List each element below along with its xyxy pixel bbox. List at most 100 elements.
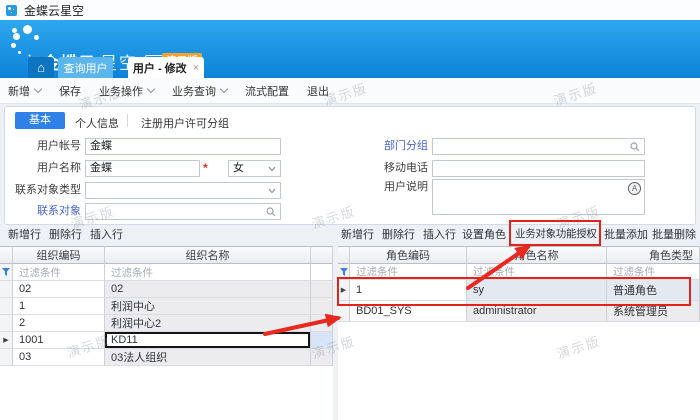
tab-home[interactable]: ⌂ xyxy=(28,57,54,78)
role-grid-filter-type[interactable]: 过滤条件 xyxy=(607,264,700,280)
username-value: 金蝶 xyxy=(90,161,195,176)
account-field[interactable]: 金蝶 xyxy=(85,138,281,155)
row-header[interactable] xyxy=(0,349,13,366)
search-icon[interactable] xyxy=(266,207,276,217)
window-title: 金蝶云星空 xyxy=(24,2,84,19)
close-icon[interactable]: × xyxy=(193,62,199,74)
field-assistant-icon[interactable]: A xyxy=(628,182,641,195)
table-row-selected[interactable]: ▶ 1001 KD11 xyxy=(0,332,333,349)
role-grid-object-auth-button[interactable]: 业务对象功能授权 xyxy=(515,226,597,241)
role-grid-col-name[interactable]: 角色名称 xyxy=(467,246,607,264)
row-marker: ▶ xyxy=(341,286,346,294)
account-label: 用户帐号 xyxy=(5,138,81,155)
form-tab-license-group[interactable]: 注册用户许可分组 xyxy=(141,115,229,131)
tab-label: 查询用户 xyxy=(64,60,108,76)
dept-group-label[interactable]: 部门分组 xyxy=(352,138,428,155)
table-row[interactable]: 1 利润中心 xyxy=(0,298,333,315)
chevron-down-icon xyxy=(220,85,228,93)
form-tab-basic[interactable]: 基本 xyxy=(15,112,65,129)
filler-cell xyxy=(311,349,333,366)
role-grid-add-row-button[interactable]: 新增行 xyxy=(341,226,374,242)
tab-query-user[interactable]: 查询用户 xyxy=(58,57,113,78)
toolbar-exit-button[interactable]: 退出 xyxy=(307,83,329,99)
toolbar-label: 新增 xyxy=(8,83,30,99)
role-grid-col-type[interactable]: 角色类型 xyxy=(607,246,700,264)
org-code-cell[interactable]: 1001 xyxy=(13,332,105,349)
org-name-cell[interactable]: 03法人组织 xyxy=(105,349,311,366)
org-code-cell[interactable]: 02 xyxy=(13,281,105,298)
role-code-cell[interactable]: BD01_SYS xyxy=(350,301,467,322)
role-code-cell[interactable]: 1 xyxy=(350,280,467,301)
contact-field[interactable] xyxy=(85,203,281,220)
user-desc-textarea[interactable]: A xyxy=(432,179,645,215)
form-tab-personal-info[interactable]: 个人信息 xyxy=(75,115,119,131)
org-grid-col-code[interactable]: 组织编码 xyxy=(13,246,105,264)
filler-cell xyxy=(311,281,333,298)
row-marker: ▶ xyxy=(3,336,8,344)
table-row[interactable]: 02 02 xyxy=(0,281,333,298)
table-row[interactable]: 03 03法人组织 xyxy=(0,349,333,366)
row-header[interactable] xyxy=(338,301,350,322)
org-grid-filter-code[interactable]: 过滤条件 xyxy=(13,264,105,281)
org-name-cell[interactable]: 利润中心2 xyxy=(105,315,311,332)
dept-group-field[interactable] xyxy=(432,138,645,155)
row-header[interactable] xyxy=(0,315,13,332)
role-grid-delete-row-button[interactable]: 删除行 xyxy=(382,226,415,242)
org-grid-col-filler xyxy=(311,246,333,264)
contact-label[interactable]: 联系对象 xyxy=(5,203,81,220)
org-grid-delete-row-button[interactable]: 删除行 xyxy=(49,226,82,242)
org-code-cell[interactable]: 03 xyxy=(13,349,105,366)
role-grid-filter-code[interactable]: 过滤条件 xyxy=(350,264,467,280)
role-grid-insert-row-button[interactable]: 插入行 xyxy=(423,226,456,242)
row-header[interactable] xyxy=(0,281,13,298)
org-code-cell[interactable]: 1 xyxy=(13,298,105,315)
table-row-selected[interactable]: ▶ 1 sy 普通角色 xyxy=(338,280,700,301)
org-grid-insert-row-button[interactable]: 插入行 xyxy=(90,226,123,242)
org-name-cell[interactable]: 02 xyxy=(105,281,311,298)
role-grid-filter-name[interactable]: 过滤条件 xyxy=(467,264,607,280)
toolbar-label: 退出 xyxy=(307,83,329,99)
org-name-cell-active[interactable]: KD11 xyxy=(105,332,311,349)
org-grid-filter-name[interactable]: 过滤条件 xyxy=(105,264,311,281)
role-type-cell[interactable]: 系统管理员 xyxy=(607,301,700,322)
table-row[interactable]: 2 利润中心2 xyxy=(0,315,333,332)
role-grid-batch-delete-button[interactable]: 批量删除 xyxy=(652,226,696,242)
org-grid-col-name[interactable]: 组织名称 xyxy=(105,246,311,264)
filler-cell xyxy=(311,332,333,349)
toolbar-save-button[interactable]: 保存 xyxy=(59,83,81,99)
current-row-marker-icon[interactable]: ▶ xyxy=(338,280,350,301)
org-code-cell[interactable]: 2 xyxy=(13,315,105,332)
role-grid-set-role-button[interactable]: 设置角色 xyxy=(462,226,506,242)
tab-user-modify[interactable]: 用户 - 修改 × xyxy=(128,57,204,78)
org-grid-panel: 组织编码 组织名称 过滤条件 过滤条件 02 02 1 利润中心 xyxy=(0,246,333,420)
org-grid-add-row-button[interactable]: 新增行 xyxy=(8,226,41,242)
search-icon[interactable] xyxy=(630,142,640,152)
role-grid-col-code[interactable]: 角色编码 xyxy=(350,246,467,264)
toolbar-flow-config-button[interactable]: 流式配置 xyxy=(245,83,289,99)
contact-type-select[interactable] xyxy=(85,182,281,199)
user-desc-label: 用户说明 xyxy=(352,179,428,196)
chevron-down-icon xyxy=(268,166,276,172)
org-name-cell[interactable]: 利润中心 xyxy=(105,298,311,315)
role-type-cell[interactable]: 普通角色 xyxy=(607,280,700,301)
table-row[interactable]: BD01_SYS administrator 系统管理员 xyxy=(338,301,700,322)
mobile-field[interactable] xyxy=(432,160,645,177)
toolbar-business-ops-button[interactable]: 业务操作 xyxy=(99,83,154,99)
window-titlebar: 金蝶云星空 xyxy=(0,0,700,21)
gender-select[interactable]: 女 xyxy=(228,160,281,177)
row-header[interactable] xyxy=(0,298,13,315)
username-field[interactable]: 金蝶 xyxy=(85,160,200,177)
chevron-down-icon xyxy=(147,85,155,93)
filter-icon[interactable] xyxy=(338,264,350,280)
filler-cell xyxy=(311,315,333,332)
toolbar-business-query-button[interactable]: 业务查询 xyxy=(172,83,227,99)
role-grid-batch-add-button[interactable]: 批量添加 xyxy=(604,226,648,242)
filter-icon[interactable] xyxy=(0,264,13,281)
app-window: 金蝶云星空 金蝶云 星空 企业版 演示版 ⌂ 查询用户 用户 - 修改 × 新增… xyxy=(0,0,700,420)
toolbar-new-button[interactable]: 新增 xyxy=(8,83,41,99)
role-name-cell[interactable]: sy xyxy=(467,280,607,301)
mobile-label: 移动电话 xyxy=(352,160,428,177)
current-row-marker-icon[interactable]: ▶ xyxy=(0,332,13,349)
role-name-cell[interactable]: administrator xyxy=(467,301,607,322)
role-grid-panel: 角色编码 角色名称 角色类型 过滤条件 过滤条件 过滤条件 ▶ 1 sy 普通角… xyxy=(338,246,700,420)
